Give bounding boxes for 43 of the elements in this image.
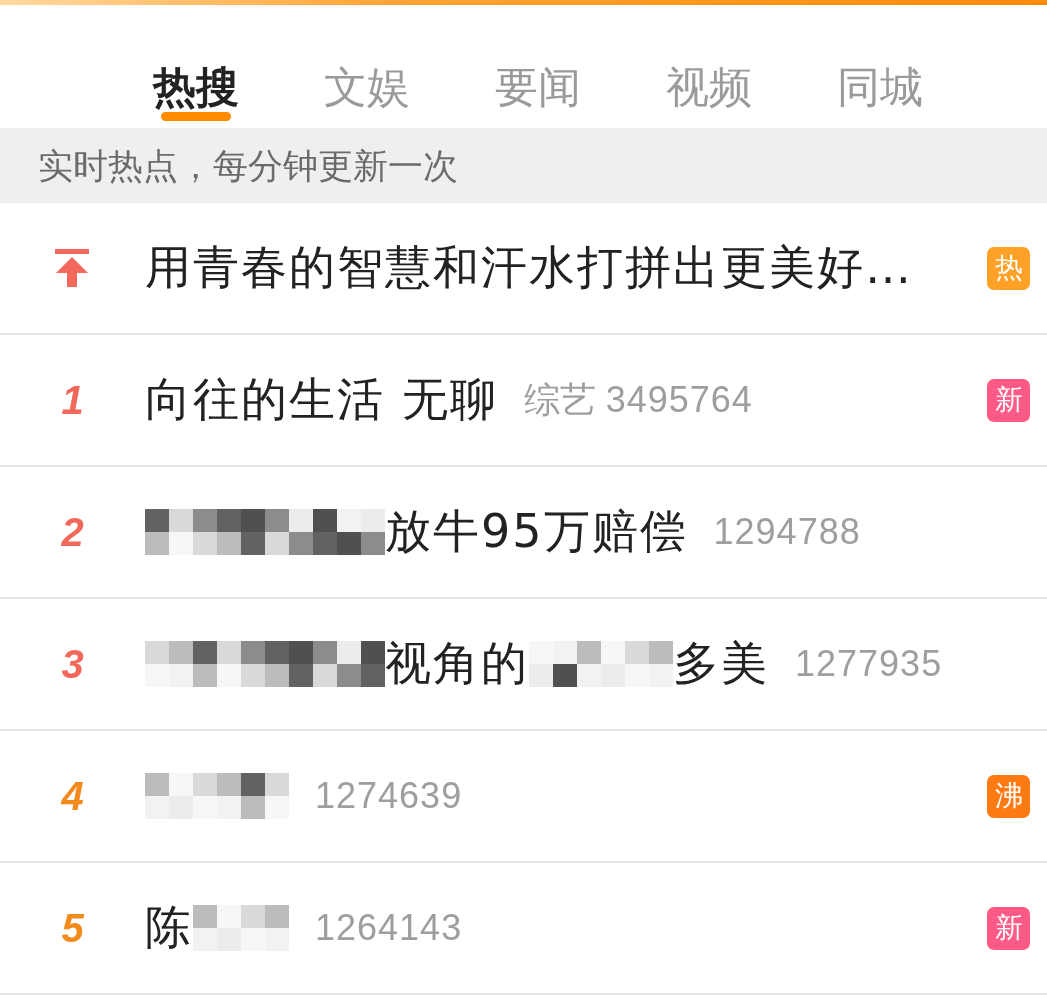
mosaic-drawing [193, 905, 241, 951]
mosaic-drawing [577, 641, 625, 687]
mosaic-drawing [241, 773, 289, 819]
tab[interactable]: 热搜 [153, 5, 239, 128]
mosaic-drawing [289, 509, 337, 555]
mosaic-drawing [529, 641, 577, 687]
mosaic-drawing [241, 905, 289, 951]
notice-text: 实时热点，每分钟更新一次 [38, 144, 458, 187]
mosaic-drawing [145, 509, 193, 555]
status-badge: 新 [987, 378, 1030, 422]
category-label: 综艺 [523, 378, 596, 422]
rank-number: 1 [61, 378, 84, 422]
search-count: 1294788 [713, 510, 861, 554]
search-count: 3495764 [605, 378, 753, 422]
title-text[interactable]: 向往的生活 无聊 [145, 372, 498, 428]
mosaic-drawing [193, 773, 241, 819]
title-text[interactable]: 放牛95万赔偿 [385, 504, 688, 560]
title-text[interactable]: 多美 [673, 636, 769, 692]
mosaic-drawing [625, 641, 673, 687]
title-text[interactable]: 视角的 [385, 636, 529, 692]
rank-number: 5 [61, 906, 84, 950]
tab-indicator [161, 112, 231, 121]
status-badge: 新 [987, 906, 1030, 950]
search-count: 1264143 [315, 906, 463, 950]
rank-number: 2 [61, 510, 84, 554]
search-count: 1274639 [315, 774, 463, 818]
mosaic-drawing [193, 641, 241, 687]
mosaic-drawing [337, 641, 385, 687]
rank-number: 3 [61, 642, 84, 686]
title-text[interactable]: 用青春的智慧和汗水打拼出更美好… [145, 240, 913, 296]
search-count: 1277935 [795, 642, 943, 686]
arrow-to-top-icon [54, 249, 89, 287]
status-badge: 热 [987, 246, 1030, 290]
mosaic-drawing [289, 641, 337, 687]
status-badge: 沸 [987, 774, 1030, 818]
mosaic-drawing [193, 509, 241, 555]
mosaic-drawing [337, 509, 385, 555]
mosaic-drawing [145, 641, 193, 687]
rank-number: 4 [61, 774, 84, 818]
mosaic-drawing [241, 641, 289, 687]
mosaic-drawing [241, 509, 289, 555]
title-text[interactable]: 陈 [145, 900, 193, 956]
mosaic-drawing [145, 773, 193, 819]
